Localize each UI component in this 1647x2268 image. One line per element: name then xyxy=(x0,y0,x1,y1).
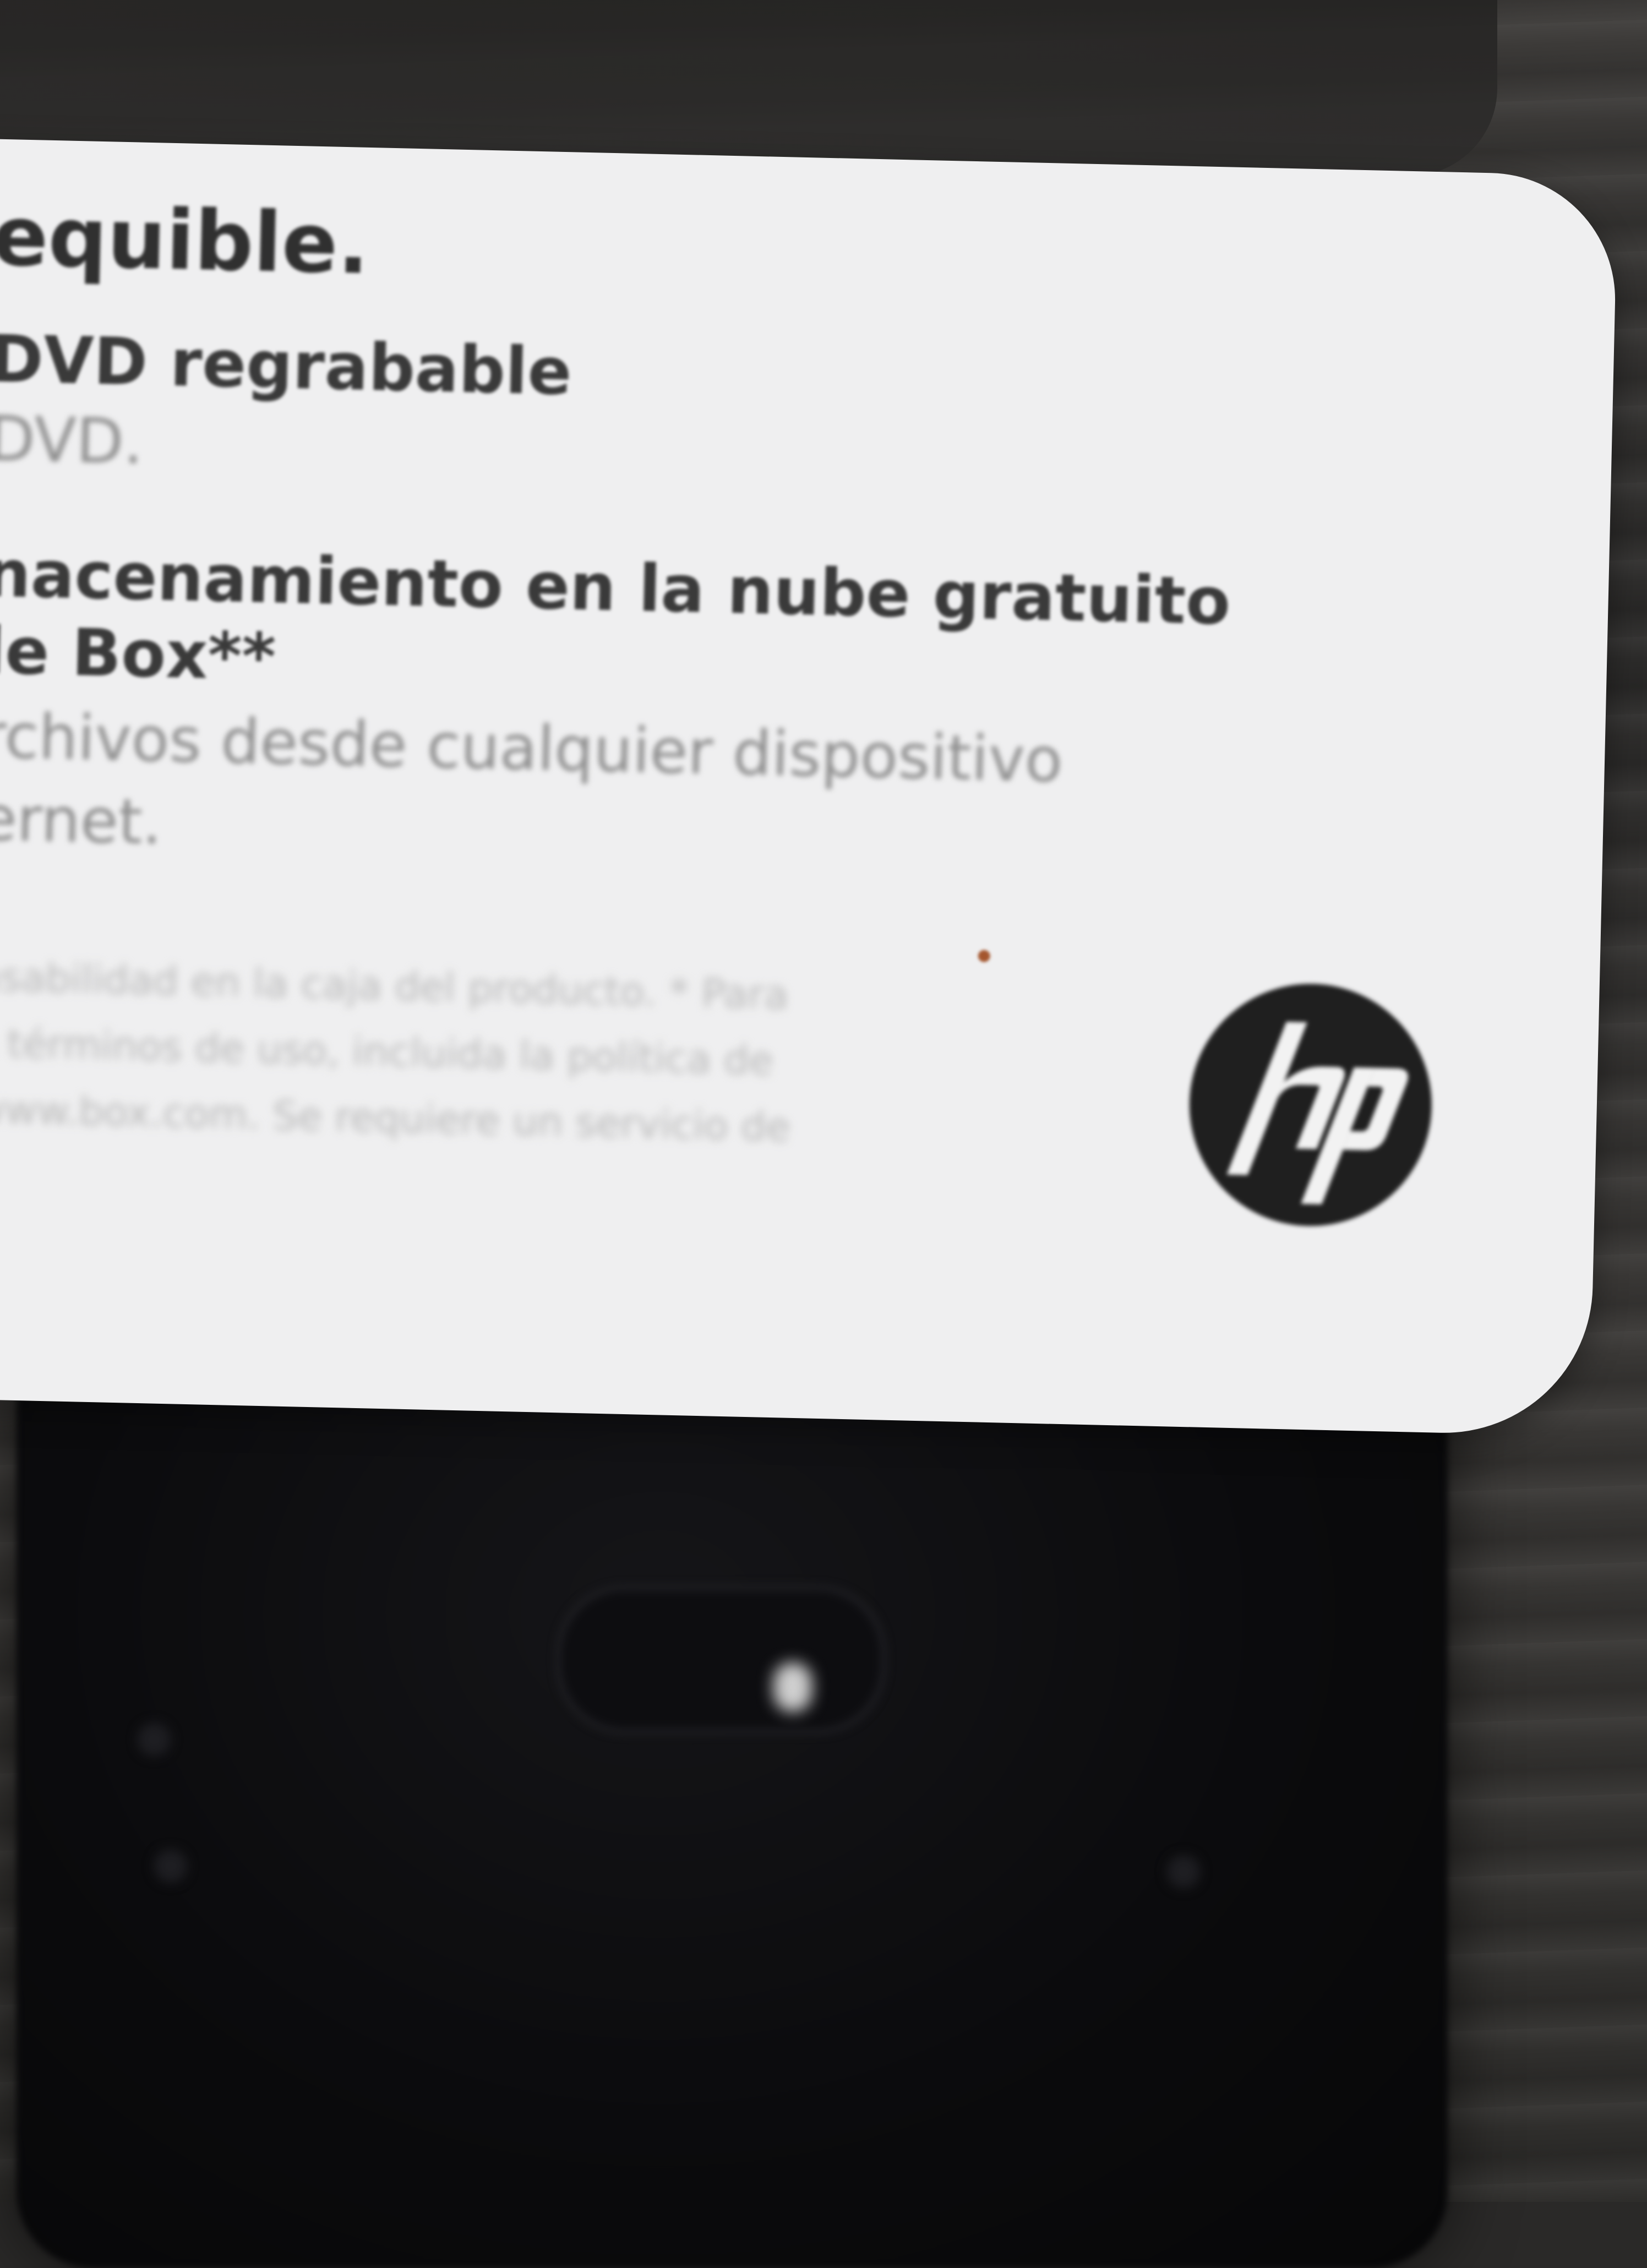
device-power-button xyxy=(556,1585,886,1734)
product-info-card: equible. DVD regrabable DVD. nacenamient… xyxy=(0,138,1618,1436)
feature-subtitle: ernet. xyxy=(0,783,163,859)
feature-title: le Box** xyxy=(0,612,277,695)
device-foot-dot xyxy=(138,1723,171,1756)
hp-logo-icon xyxy=(1186,981,1435,1229)
feature-subtitle: DVD. xyxy=(0,403,144,478)
device-foot-dot xyxy=(1167,1855,1200,1888)
hp-logo-mark xyxy=(1226,1022,1408,1204)
fine-print: www.box.com. Se requiere un servicio de xyxy=(0,1086,791,1151)
fine-print: s términos de uso, incluida la política … xyxy=(0,1019,774,1084)
dust-speck xyxy=(978,950,991,962)
fine-print: nsabilidad en la caja del producto. * Pa… xyxy=(0,953,789,1018)
device-foot-dot xyxy=(154,1850,187,1883)
device-indicator-light xyxy=(773,1662,812,1712)
feature-subtitle: rchivos desde cualquier dispositivo xyxy=(0,700,1064,797)
device-body xyxy=(17,1332,1448,2268)
feature-title: DVD regrabable xyxy=(0,320,573,410)
card-headline: equible. xyxy=(0,188,370,293)
